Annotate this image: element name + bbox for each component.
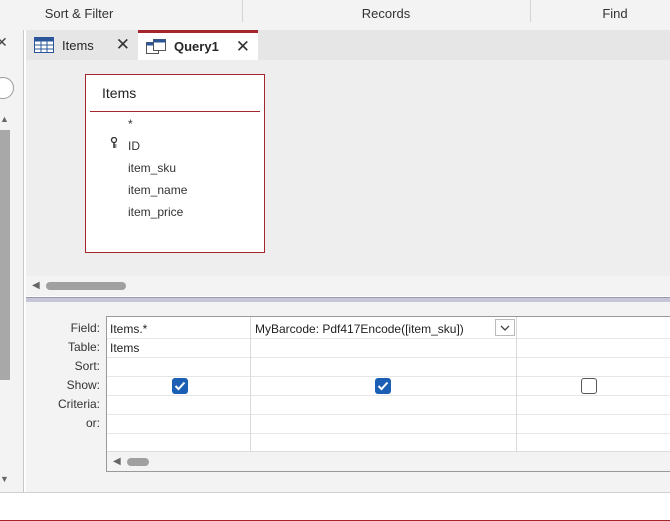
field-list-item[interactable]: item_name (128, 183, 187, 197)
grid-hscrollbar[interactable]: ◀ (107, 451, 670, 471)
query-design-grid: Items.* Items MyBarcode: Pdf417Encode([i… (106, 316, 670, 472)
close-icon[interactable]: ✕ (0, 34, 8, 51)
grid-line (107, 357, 670, 358)
field-list-item[interactable]: ID (128, 139, 140, 153)
grid-line (250, 317, 251, 451)
grid-line (107, 338, 670, 339)
tab-query1[interactable]: Query1 ✕ (138, 30, 258, 60)
grid-line (107, 414, 670, 415)
chevron-down-icon[interactable] (495, 319, 515, 336)
table-field-list-title: Items (102, 85, 137, 101)
query-grid-pane: Field: Table: Sort: Show: Criteria: or: … (26, 302, 670, 492)
scroll-left-icon[interactable]: ◀ (32, 280, 40, 291)
ribbon-group-sort-filter: Sort & Filter (44, 5, 114, 21)
row-label-sort: Sort: (74, 359, 100, 373)
field-list-item[interactable]: item_sku (128, 161, 176, 175)
tab-label: Query1 (174, 39, 219, 54)
grid-line (107, 376, 670, 377)
ribbon-group-records: Records (361, 5, 411, 21)
table-icon (34, 37, 54, 53)
grid-cell-field[interactable]: MyBarcode: Pdf417Encode([item_sku]) (255, 322, 464, 336)
close-icon[interactable]: ✕ (116, 35, 130, 55)
field-list-item[interactable]: * (128, 117, 133, 131)
row-label-field: Field: (70, 321, 100, 335)
divider (90, 111, 260, 112)
scroll-left-icon[interactable]: ◀ (113, 456, 121, 467)
scroll-up-icon[interactable]: ▲ (0, 114, 12, 126)
ribbon: Sort & Filter Records Find (0, 0, 670, 30)
tab-items[interactable]: Items ✕ (26, 30, 138, 60)
document-tabs: Items ✕ Query1 ✕ (26, 30, 670, 60)
show-checkbox[interactable] (375, 378, 391, 394)
show-checkbox[interactable] (581, 378, 597, 394)
tab-label: Items (62, 37, 94, 53)
scrollbar-thumb[interactable] (127, 458, 149, 466)
scroll-down-icon[interactable]: ▼ (0, 474, 12, 486)
navigation-pane: ✕ ▲ ▼ (0, 30, 24, 492)
ribbon-group-find: Find (602, 5, 628, 21)
row-label-table: Table: (67, 340, 100, 354)
query-design-pane: Items * ID item_sku item_name item_price (26, 60, 670, 276)
scrollbar-thumb[interactable] (46, 282, 126, 290)
search-icon[interactable] (0, 77, 14, 99)
row-label-or: or: (85, 416, 100, 430)
grid-line (107, 433, 670, 434)
design-pane-hscrollbar[interactable]: ◀ (26, 276, 670, 296)
grid-cell-field[interactable]: Items.* (110, 322, 147, 336)
grid-cell-table[interactable]: Items (110, 341, 139, 355)
nav-scrollbar-thumb[interactable] (0, 130, 10, 380)
status-bar (0, 492, 670, 521)
query-icon (146, 38, 166, 55)
grid-line (107, 395, 670, 396)
close-icon[interactable]: ✕ (236, 37, 250, 57)
row-label-show: Show: (66, 378, 100, 392)
show-checkbox[interactable] (172, 378, 188, 394)
grid-line (516, 317, 517, 451)
checkmark-icon (174, 381, 186, 391)
table-field-list[interactable]: Items * ID item_sku item_name item_price (85, 74, 265, 253)
row-label-criteria: Criteria: (57, 397, 100, 411)
field-list-item[interactable]: item_price (128, 205, 183, 219)
checkmark-icon (377, 381, 389, 391)
primary-key-icon (110, 136, 118, 152)
